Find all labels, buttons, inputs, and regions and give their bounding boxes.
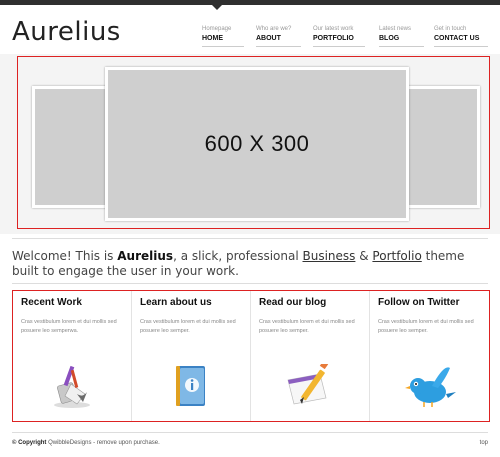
nav-contact-sub: Get in touch: [434, 26, 467, 32]
header: Aurelius Homepage HOME Who are we? ABOUT…: [0, 5, 500, 55]
divider: [12, 432, 488, 433]
feature-title: Learn about us: [140, 297, 212, 308]
nav-portfolio[interactable]: Our latest work PORTFOLIO: [313, 25, 365, 47]
nav-portfolio-sub: Our latest work: [313, 26, 354, 32]
nav-underline: [202, 46, 244, 47]
features-row: Recent Work Cras vestibulum lorem et dui…: [12, 290, 490, 422]
main-nav: Homepage HOME Who are we? ABOUT Our late…: [0, 25, 500, 55]
feature-recent-work[interactable]: Recent Work Cras vestibulum lorem et dui…: [13, 291, 132, 421]
nav-about-sub: Who are we?: [256, 26, 292, 32]
nav-blog-label: BLOG: [379, 35, 400, 42]
divider: [12, 283, 488, 284]
nav-blog-sub: Latest news: [379, 26, 412, 32]
feature-text: Cras vestibulum lorem et dui mollis sed …: [21, 319, 117, 334]
nav-home-label: HOME: [202, 35, 223, 42]
nav-underline: [256, 46, 301, 47]
business-link[interactable]: Business: [303, 249, 356, 263]
footer: © Copyright QwibbleDesigns - remove upon…: [12, 440, 160, 446]
welcome-brand: Aurelius: [117, 249, 174, 263]
pencil-note-icon: [251, 364, 369, 409]
divider: [12, 238, 488, 239]
welcome-mid: , a slick, professional: [173, 249, 303, 263]
slider-highlight: [17, 56, 490, 229]
copyright-label: © Copyright: [12, 440, 47, 446]
feature-twitter[interactable]: Follow on Twitter Cras vestibulum lorem …: [370, 291, 489, 421]
nav-about[interactable]: Who are we? ABOUT: [256, 25, 301, 47]
feature-text: Cras vestibulum lorem et dui mollis sed …: [140, 319, 236, 334]
nav-underline: [313, 46, 365, 47]
nav-underline: [379, 46, 424, 47]
copyright-text: QwibbleDesigns - remove upon purchase.: [46, 440, 160, 446]
feature-title: Recent Work: [21, 297, 82, 308]
welcome-amp: &: [355, 249, 373, 263]
portfolio-link[interactable]: Portfolio: [372, 249, 421, 263]
feature-text: Cras vestibulum lorem et dui mollis sed …: [378, 319, 474, 334]
nav-home-sub: Homepage: [202, 26, 232, 32]
nav-blog[interactable]: Latest news BLOG: [379, 25, 424, 47]
feature-about[interactable]: Learn about us Cras vestibulum lorem et …: [132, 291, 251, 421]
welcome-text: Welcome! This is Aurelius, a slick, prof…: [12, 249, 492, 279]
paint-brush-icon: [13, 364, 131, 409]
feature-text: Cras vestibulum lorem et dui mollis sed …: [259, 319, 355, 334]
nav-portfolio-label: PORTFOLIO: [313, 35, 354, 42]
nav-about-label: ABOUT: [256, 35, 281, 42]
info-book-icon: [132, 364, 250, 409]
feature-title: Follow on Twitter: [378, 297, 460, 308]
feature-title: Read our blog: [259, 297, 327, 308]
back-to-top-link[interactable]: top: [480, 440, 488, 446]
nav-contact-label: CONTACT US: [434, 35, 480, 42]
welcome-lead: Welcome! This is: [12, 249, 118, 263]
nav-underline: [434, 46, 488, 47]
nav-home[interactable]: Homepage HOME: [202, 25, 244, 47]
feature-blog[interactable]: Read our blog Cras vestibulum lorem et d…: [251, 291, 370, 421]
twitter-bird-icon: [370, 364, 489, 409]
nav-contact[interactable]: Get in touch CONTACT US: [434, 25, 488, 47]
